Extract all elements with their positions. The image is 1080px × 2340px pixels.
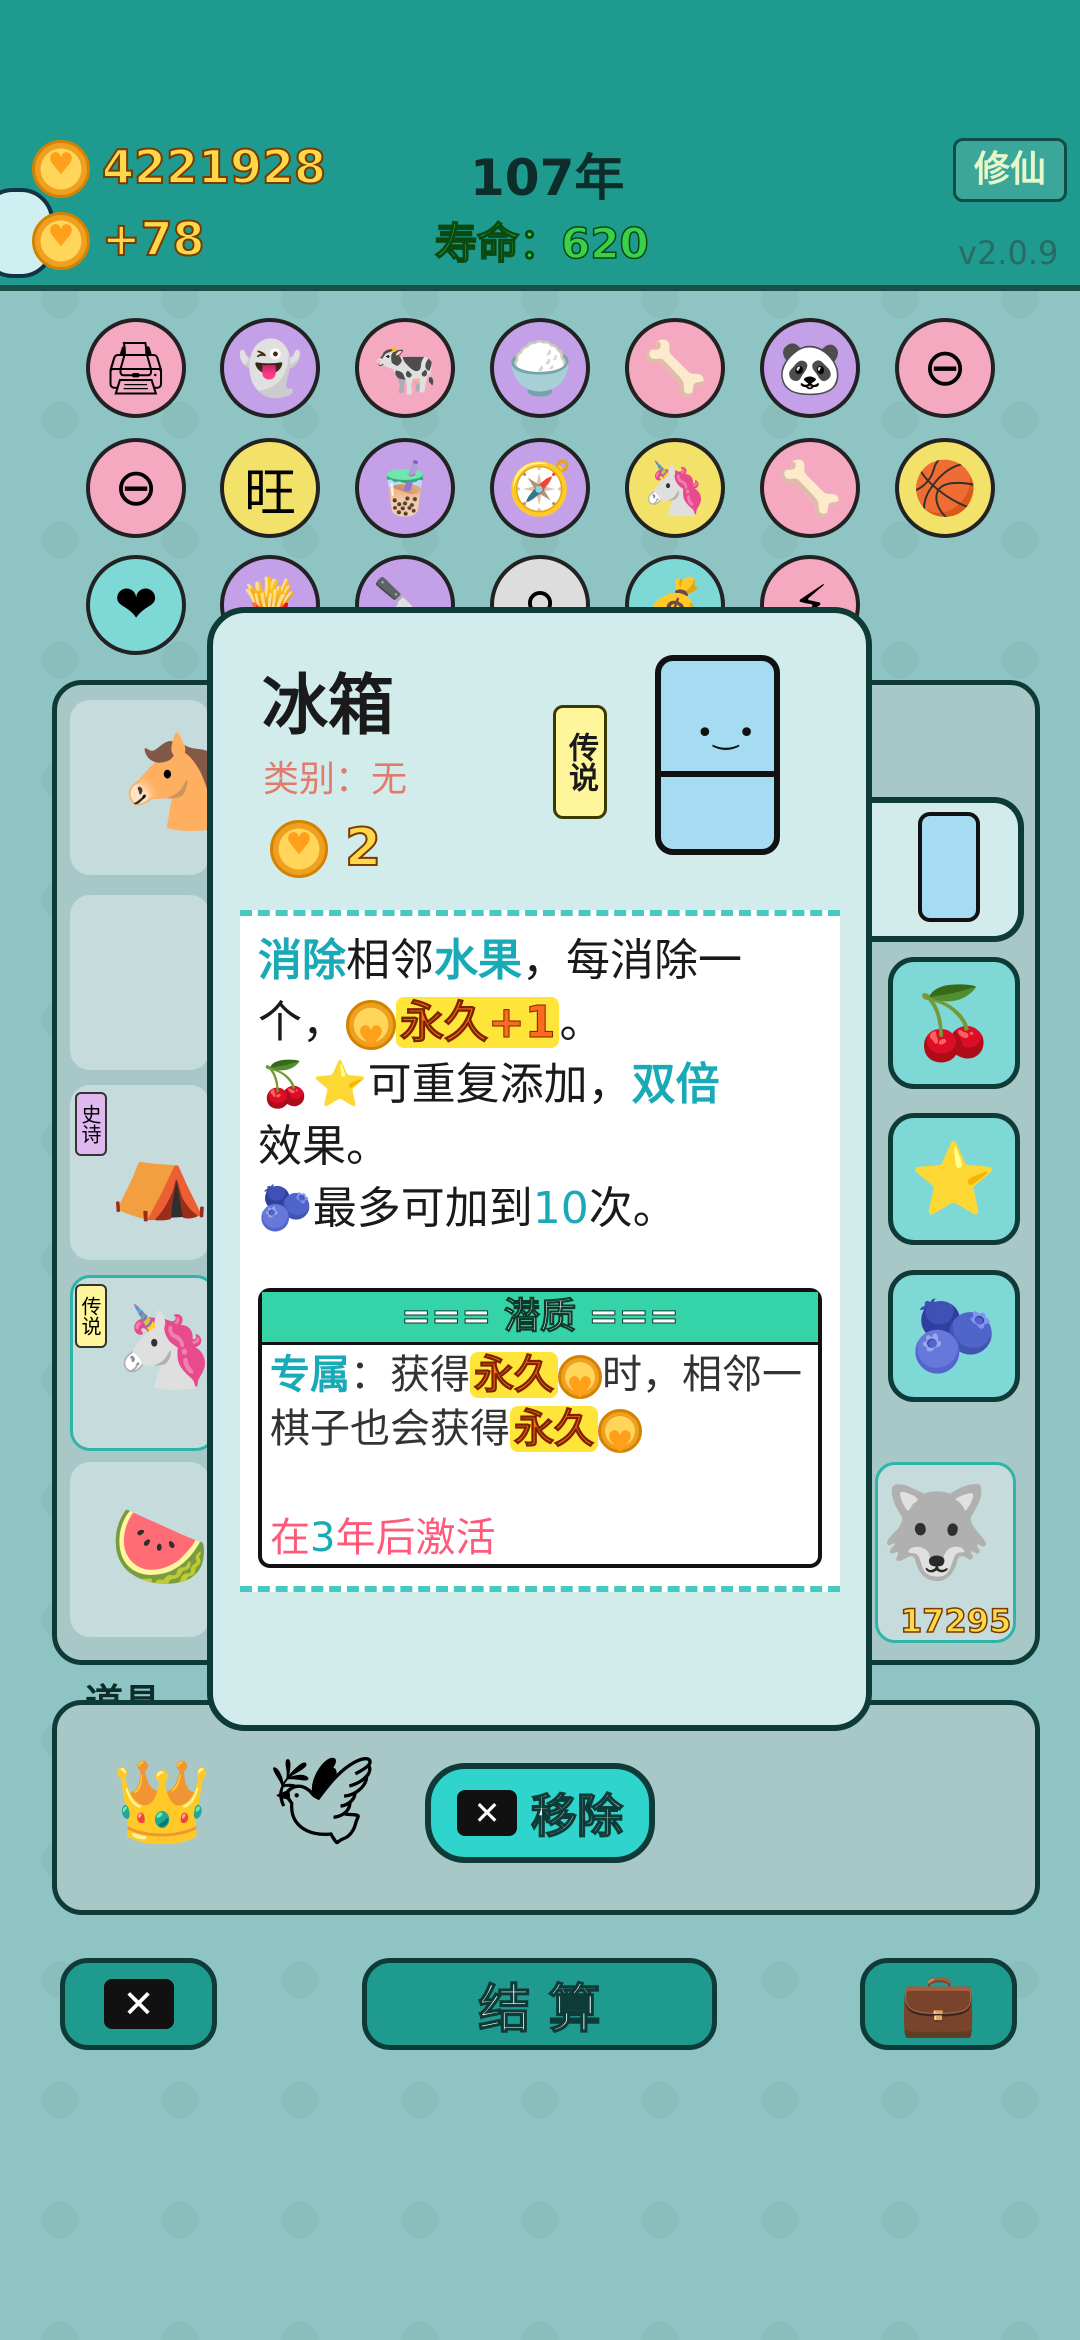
board-token[interactable]: 🦴	[760, 438, 860, 538]
epic-tag: 史诗	[75, 1092, 107, 1156]
tent-icon: ⛺	[110, 1130, 210, 1223]
board-token[interactable]: ⊖	[86, 438, 186, 538]
potential-text-part: ：获得	[350, 1352, 470, 1398]
close-icon: ✕	[103, 1979, 174, 2029]
lychee-icon[interactable]: 🍒	[888, 957, 1020, 1089]
life-label: 寿命：620	[434, 218, 649, 269]
board-token[interactable]: 🐄	[355, 318, 455, 418]
keyword-eliminate: 消除	[258, 935, 346, 986]
remove-label: 移除	[530, 1788, 624, 1844]
item-category: 类别：无	[263, 759, 408, 800]
desc-text: 可重复添加，	[367, 1059, 632, 1110]
potential-text: 专属：获得永久时，相邻一棋子也会获得永久	[270, 1348, 810, 1471]
settle-button[interactable]: 结 算	[362, 1958, 717, 2050]
desc-text: ，每消除一	[522, 935, 742, 986]
close-button[interactable]: ✕	[60, 1958, 217, 2050]
desc-text: 相邻	[346, 935, 434, 986]
remove-button[interactable]: ✕ 移除	[425, 1763, 655, 1863]
blueberry-icon[interactable]: 🫐	[888, 1270, 1020, 1402]
board-token[interactable]: 🦴	[625, 318, 725, 418]
close-icon: ✕	[457, 1790, 517, 1836]
coin-icon	[32, 140, 90, 202]
desc-text: 个，	[258, 997, 346, 1048]
briefcase-icon[interactable]: 💼	[860, 1958, 1017, 2050]
description-text: 消除相邻水果，每消除一 个，永久+1。 🍒⭐可重复添加，双倍 效果。 🫐最多可加…	[258, 930, 838, 1240]
activation-part: 在	[270, 1515, 310, 1561]
coin-gain: +78	[101, 211, 206, 267]
board-token[interactable]: 🧭	[490, 438, 590, 538]
board-token[interactable]: 👻	[220, 318, 320, 418]
mode-button[interactable]: 修仙	[953, 138, 1067, 202]
board-token[interactable]: 🐼	[760, 318, 860, 418]
coin-icon	[32, 212, 90, 274]
permanent-bonus: 永久+1	[396, 997, 560, 1049]
activation-text: 在3年后激活	[270, 1505, 495, 1563]
max-count: 10	[532, 1183, 589, 1234]
desc-text: 最多可加到	[312, 1183, 533, 1234]
coin-total: 4221928	[101, 139, 327, 195]
husky-icon: 🐺	[880, 1480, 993, 1585]
board-token[interactable]: 🍚	[490, 318, 590, 418]
desc-text: 。	[559, 997, 604, 1048]
fridge-icon	[918, 812, 980, 922]
coin-icon	[598, 1409, 642, 1470]
blueberry-icon: 🫐	[258, 1183, 313, 1234]
watermelon-icon: 🍉	[110, 1500, 210, 1593]
board-token[interactable]: 🖨	[86, 318, 186, 418]
year-label: 107年	[470, 149, 625, 207]
score-badge: 17295	[899, 1601, 1012, 1641]
item-title: 冰箱	[262, 667, 394, 744]
unicorn-icon: 🦄	[115, 1300, 215, 1393]
keyword-double: 双倍	[631, 1059, 720, 1110]
star-icon[interactable]: ⭐	[888, 1113, 1020, 1245]
keyword-fruit: 水果	[434, 935, 522, 986]
item-cost: 2	[344, 817, 382, 879]
crown-icon[interactable]: 👑	[112, 1755, 212, 1849]
lychee-icon: 🍒	[258, 1059, 313, 1110]
activation-years: 3	[310, 1515, 336, 1561]
board-token[interactable]: ❤	[86, 555, 186, 655]
desc-text: 效果。	[258, 1121, 390, 1172]
coin-icon	[346, 1000, 396, 1069]
collection-slot[interactable]	[70, 895, 210, 1070]
board-token[interactable]: ⊖	[895, 318, 995, 418]
board-token[interactable]: 旺	[220, 438, 320, 538]
coin-icon	[558, 1355, 602, 1416]
fridge-icon: •‿•	[655, 655, 780, 855]
rarity-tag: 传说	[553, 705, 607, 819]
board-token[interactable]: 🏀	[895, 438, 995, 538]
board-token[interactable]: 🦄	[625, 438, 725, 538]
bird-icon[interactable]: 🕊	[268, 1750, 377, 1851]
activation-part: 年后激活	[335, 1515, 496, 1561]
potential-header: === 潜质 ===	[262, 1292, 818, 1345]
coin-icon	[270, 820, 328, 882]
desc-text: 次。	[588, 1183, 677, 1234]
permanent-label: 永久	[470, 1352, 558, 1399]
version-label: v2.0.9	[958, 234, 1059, 272]
board-token[interactable]: 🧋	[355, 438, 455, 538]
keyword-exclusive: 专属	[270, 1352, 350, 1398]
legend-tag-small: 传说	[75, 1284, 107, 1348]
